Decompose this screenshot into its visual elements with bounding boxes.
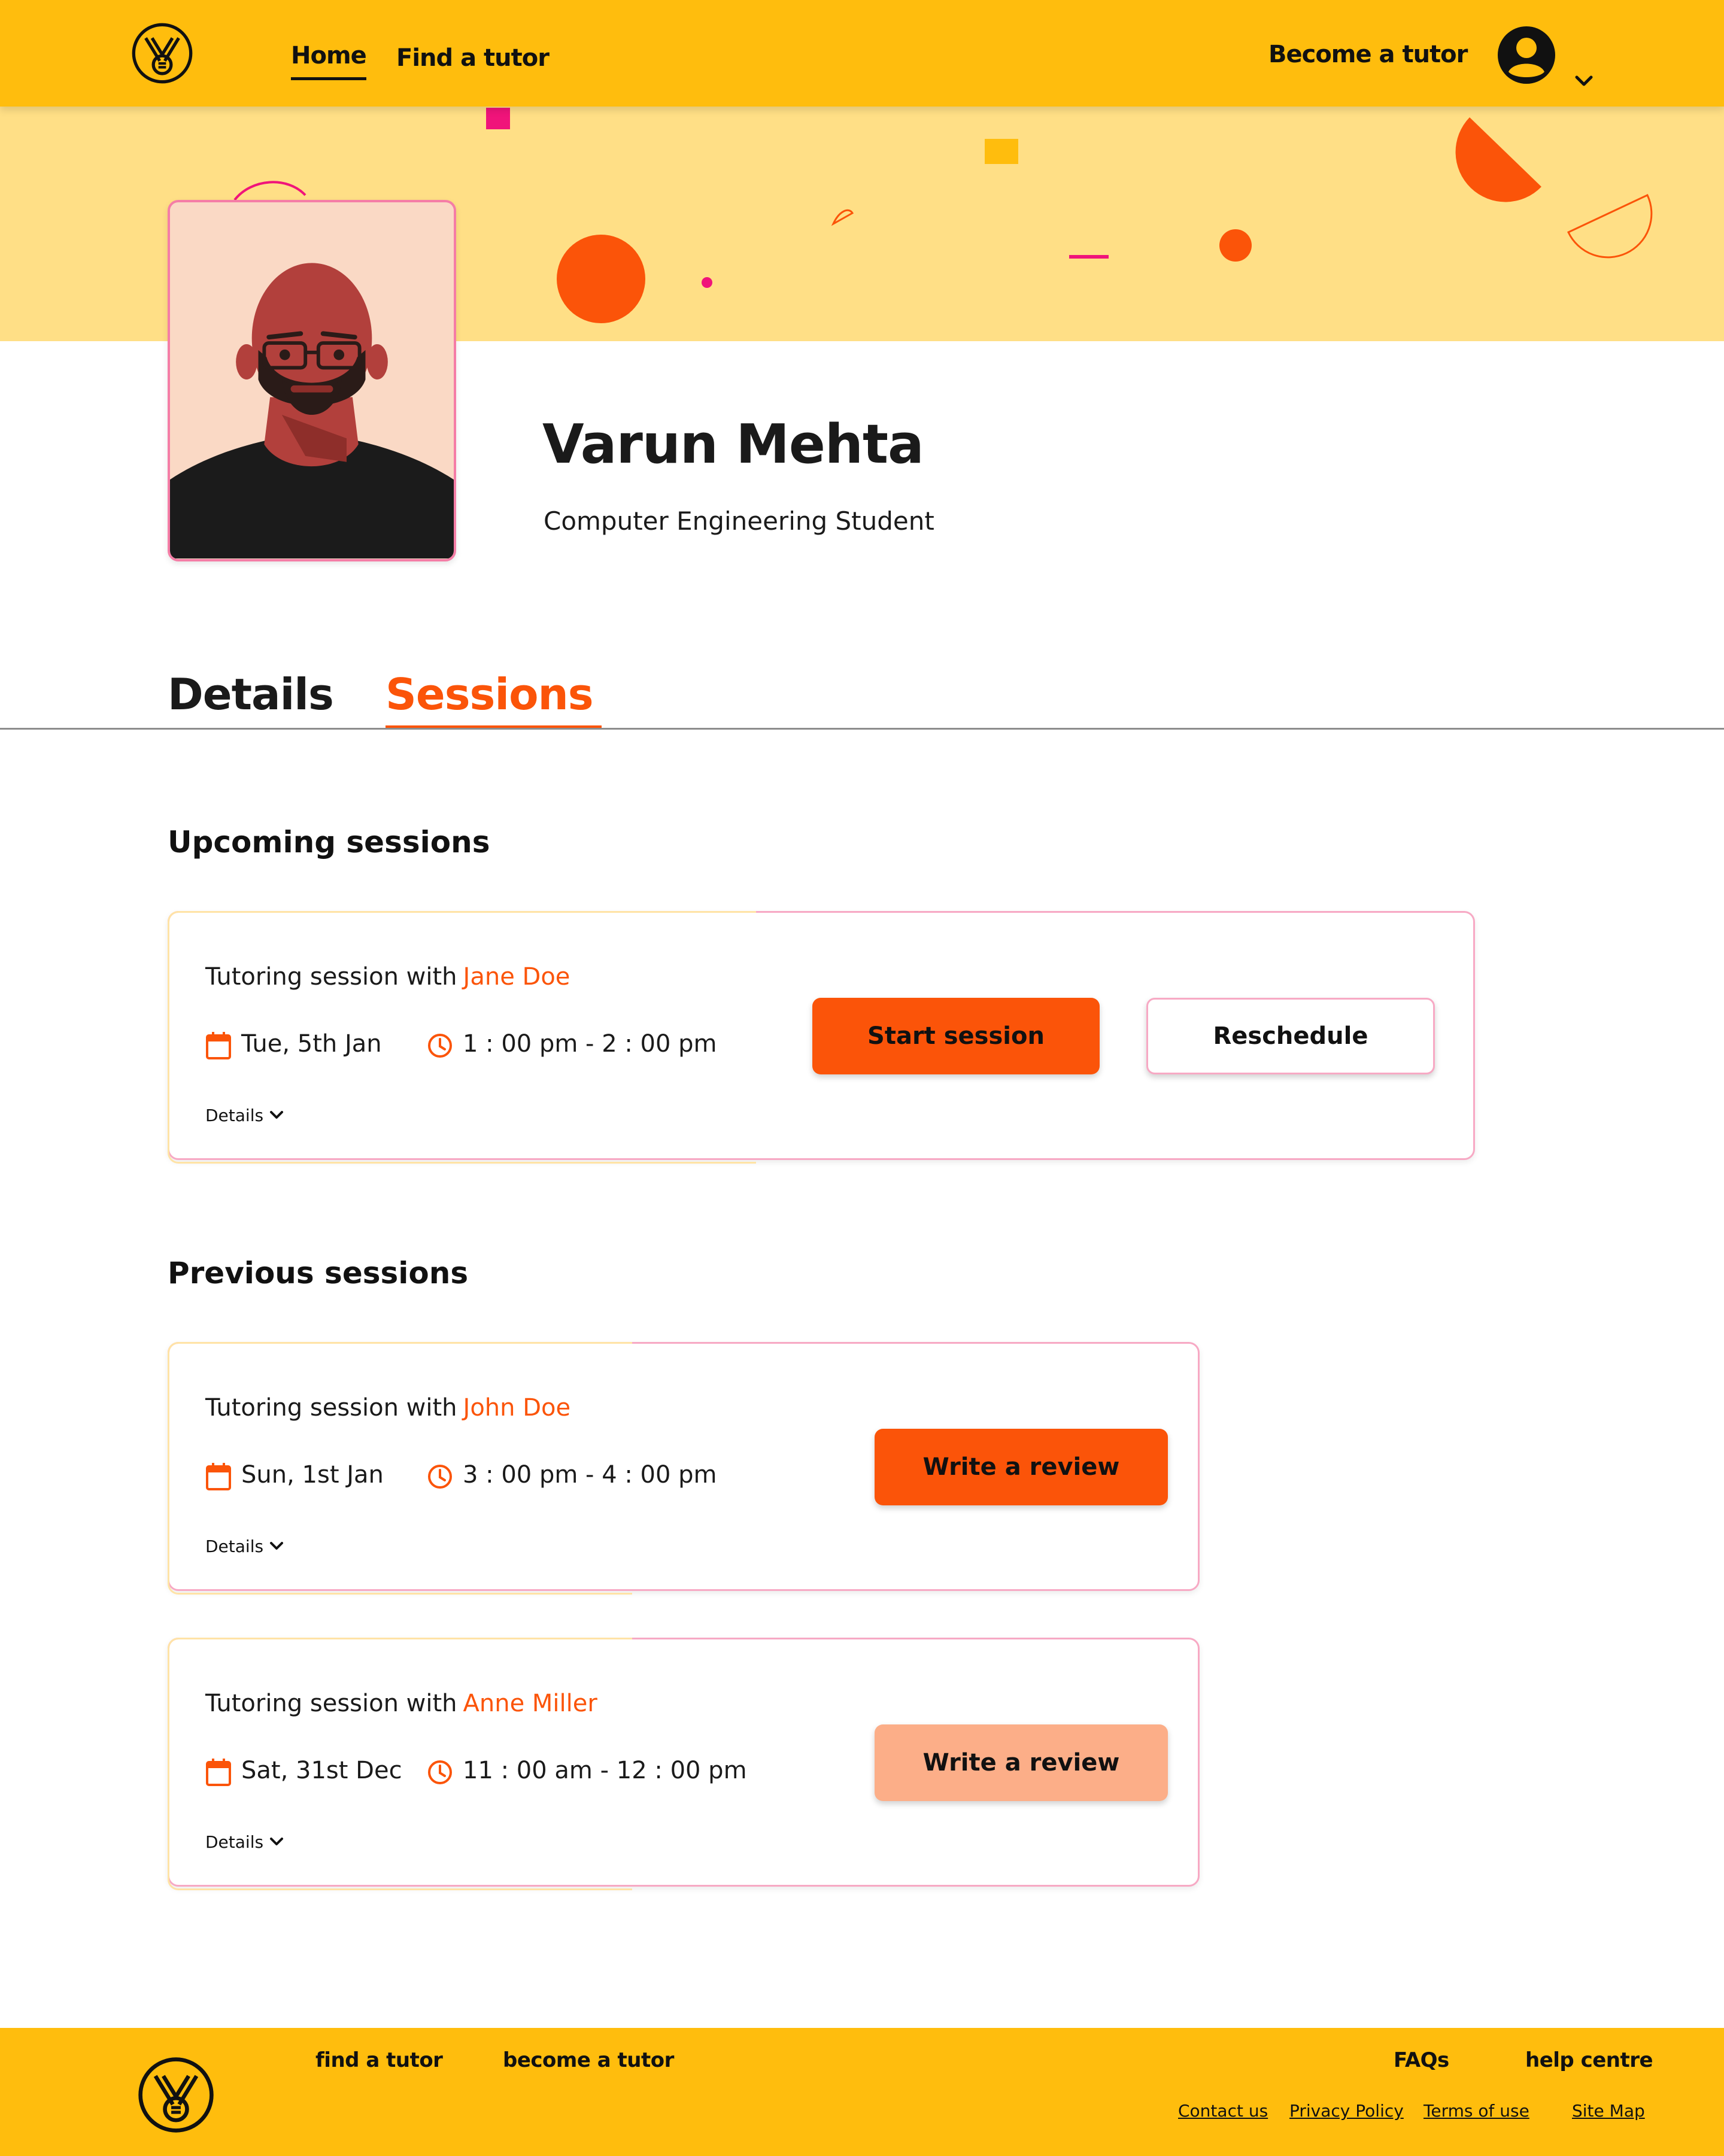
details-label: Details (205, 1106, 264, 1125)
footer-help-centre-link[interactable]: help centre (1525, 2048, 1653, 2072)
session-date-text: Tue, 5th Jan (241, 1030, 382, 1058)
footer-become-tutor-link[interactable]: become a tutor (503, 2048, 674, 2072)
top-navigation-bar: Home Find a tutor Become a tutor (0, 0, 1724, 107)
tab-details[interactable]: Details (168, 669, 334, 719)
session-details-toggle[interactable]: Details (205, 1103, 301, 1127)
details-label: Details (205, 1832, 264, 1852)
start-session-button[interactable]: Start session (812, 998, 1100, 1074)
session-title-prefix: Tutoring session with (205, 963, 457, 991)
footer-find-tutor-link[interactable]: find a tutor (315, 2048, 443, 2072)
previous-sessions-heading: Previous sessions (168, 1256, 469, 1290)
session-time-text: 1 : 00 pm - 2 : 00 pm (463, 1030, 717, 1058)
session-date-text: Sat, 31st Dec (241, 1757, 402, 1784)
reschedule-button[interactable]: Reschedule (1146, 998, 1435, 1074)
chevron-down-icon (1575, 75, 1593, 86)
medal-logo-icon[interactable] (130, 22, 194, 85)
tutor-name-link[interactable]: Jane Doe (463, 963, 570, 991)
nav-home-link[interactable]: Home (291, 42, 367, 80)
session-title-prefix: Tutoring session with (205, 1394, 457, 1422)
footer-privacy-link[interactable]: Privacy Policy (1289, 2101, 1404, 2121)
session-title: Tutoring session with John Doe (205, 1394, 570, 1422)
write-review-button-disabled[interactable]: Write a review (875, 1724, 1168, 1801)
site-footer: find a tutor become a tutor FAQs help ce… (0, 2028, 1724, 2156)
upcoming-session-card: Tutoring session with Jane Doe Tue, 5th J… (168, 911, 1475, 1164)
become-tutor-link[interactable]: Become a tutor (1268, 41, 1468, 68)
session-date-text: Sun, 1st Jan (241, 1461, 384, 1489)
tabs-divider (0, 728, 1724, 730)
profile-name: Varun Mehta (542, 413, 924, 476)
footer-sitemap-link[interactable]: Site Map (1572, 2101, 1645, 2121)
session-title: Tutoring session with Jane Doe (205, 963, 570, 991)
clock-icon (428, 1034, 452, 1058)
session-details-toggle[interactable]: Details (205, 1534, 301, 1558)
clock-icon (428, 1760, 452, 1784)
calendar-icon (206, 1032, 231, 1059)
calendar-icon (206, 1759, 231, 1786)
chevron-down-icon (270, 1542, 283, 1550)
write-review-button[interactable]: Write a review (875, 1429, 1168, 1505)
session-meta: Sat, 31st Dec 11 : 00 am - 12 : 00 pm (205, 1754, 747, 1788)
chevron-down-icon (270, 1838, 283, 1845)
session-meta: Tue, 5th Jan 1 : 00 pm - 2 : 00 pm (205, 1028, 744, 1061)
tutor-name-link[interactable]: John Doe (463, 1394, 571, 1422)
session-details-toggle[interactable]: Details (205, 1830, 301, 1854)
footer-contact-link[interactable]: Contact us (1178, 2101, 1268, 2121)
previous-session-card: Tutoring session with John Doe Sun, 1st J… (168, 1342, 1200, 1595)
details-label: Details (205, 1536, 264, 1556)
footer-terms-link[interactable]: Terms of use (1423, 2101, 1529, 2121)
profile-role: Computer Engineering Student (544, 506, 934, 536)
session-title-prefix: Tutoring session with (205, 1690, 457, 1717)
profile-avatar-illustration (168, 200, 456, 561)
account-menu-button[interactable] (1497, 25, 1593, 86)
footer-faqs-link[interactable]: FAQs (1394, 2048, 1449, 2072)
session-meta: Sun, 1st Jan 3 : 00 pm - 4 : 00 pm (205, 1459, 744, 1492)
session-title: Tutoring session with Anne Miller (205, 1690, 597, 1717)
session-time-text: 11 : 00 am - 12 : 00 pm (463, 1757, 747, 1784)
tutor-name-link[interactable]: Anne Miller (463, 1690, 597, 1717)
chevron-down-icon (270, 1111, 283, 1119)
user-circle-icon (1498, 26, 1555, 84)
clock-icon (428, 1465, 452, 1489)
calendar-icon (206, 1463, 231, 1490)
session-time-text: 3 : 00 pm - 4 : 00 pm (463, 1461, 717, 1489)
nav-find-tutor-link[interactable]: Find a tutor (396, 44, 550, 72)
upcoming-sessions-heading: Upcoming sessions (168, 825, 490, 860)
previous-session-card: Tutoring session with Anne Miller Sat, 31… (168, 1638, 1200, 1890)
tab-sessions[interactable]: Sessions (386, 669, 602, 729)
medal-logo-icon[interactable] (136, 2055, 216, 2134)
